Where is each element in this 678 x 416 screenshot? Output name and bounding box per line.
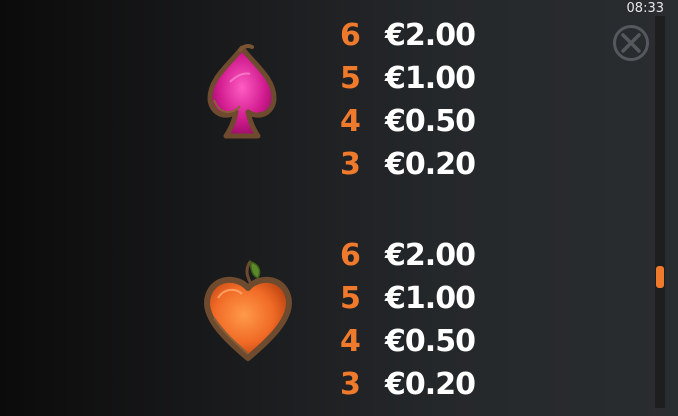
symbol-count: 5 bbox=[340, 61, 361, 96]
symbol-count: 6 bbox=[340, 238, 361, 273]
close-button[interactable] bbox=[613, 25, 649, 61]
heart-icon bbox=[204, 260, 292, 361]
payout-row: 5 €1.00 bbox=[340, 277, 480, 320]
payout-amount: €0.50 bbox=[385, 104, 476, 139]
status-time: 08:33 bbox=[626, 1, 664, 16]
paytable-heart: 6 €2.00 5 €1.00 4 €0.50 3 €0.20 bbox=[340, 234, 480, 406]
symbol-count: 4 bbox=[340, 324, 361, 359]
symbol-count: 3 bbox=[340, 147, 361, 182]
paytable-spade: 6 €2.00 5 €1.00 4 €0.50 3 €0.20 bbox=[340, 14, 480, 186]
payout-row: 6 €2.00 bbox=[340, 14, 480, 57]
payout-row: 6 €2.00 bbox=[340, 234, 480, 277]
close-icon bbox=[621, 33, 641, 53]
payout-amount: €1.00 bbox=[385, 61, 476, 96]
payout-row: 5 €1.00 bbox=[340, 57, 480, 100]
payout-amount: €0.50 bbox=[385, 324, 476, 359]
payout-amount: €0.20 bbox=[385, 367, 476, 402]
payout-row: 3 €0.20 bbox=[340, 143, 480, 186]
payout-row: 3 €0.20 bbox=[340, 363, 480, 406]
heart-symbol bbox=[198, 258, 298, 368]
spade-icon bbox=[207, 44, 277, 139]
symbol-count: 6 bbox=[340, 18, 361, 53]
payout-row: 4 €0.50 bbox=[340, 320, 480, 363]
symbol-count: 3 bbox=[340, 367, 361, 402]
payout-amount: €2.00 bbox=[385, 18, 476, 53]
spade-symbol bbox=[200, 42, 285, 142]
symbol-count: 5 bbox=[340, 281, 361, 316]
scrollbar-thumb[interactable] bbox=[656, 266, 664, 288]
payout-row: 4 €0.50 bbox=[340, 100, 480, 143]
payout-amount: €1.00 bbox=[385, 281, 476, 316]
symbol-count: 4 bbox=[340, 104, 361, 139]
payout-amount: €2.00 bbox=[385, 238, 476, 273]
scrollbar-track[interactable] bbox=[655, 16, 665, 408]
payout-amount: €0.20 bbox=[385, 147, 476, 182]
